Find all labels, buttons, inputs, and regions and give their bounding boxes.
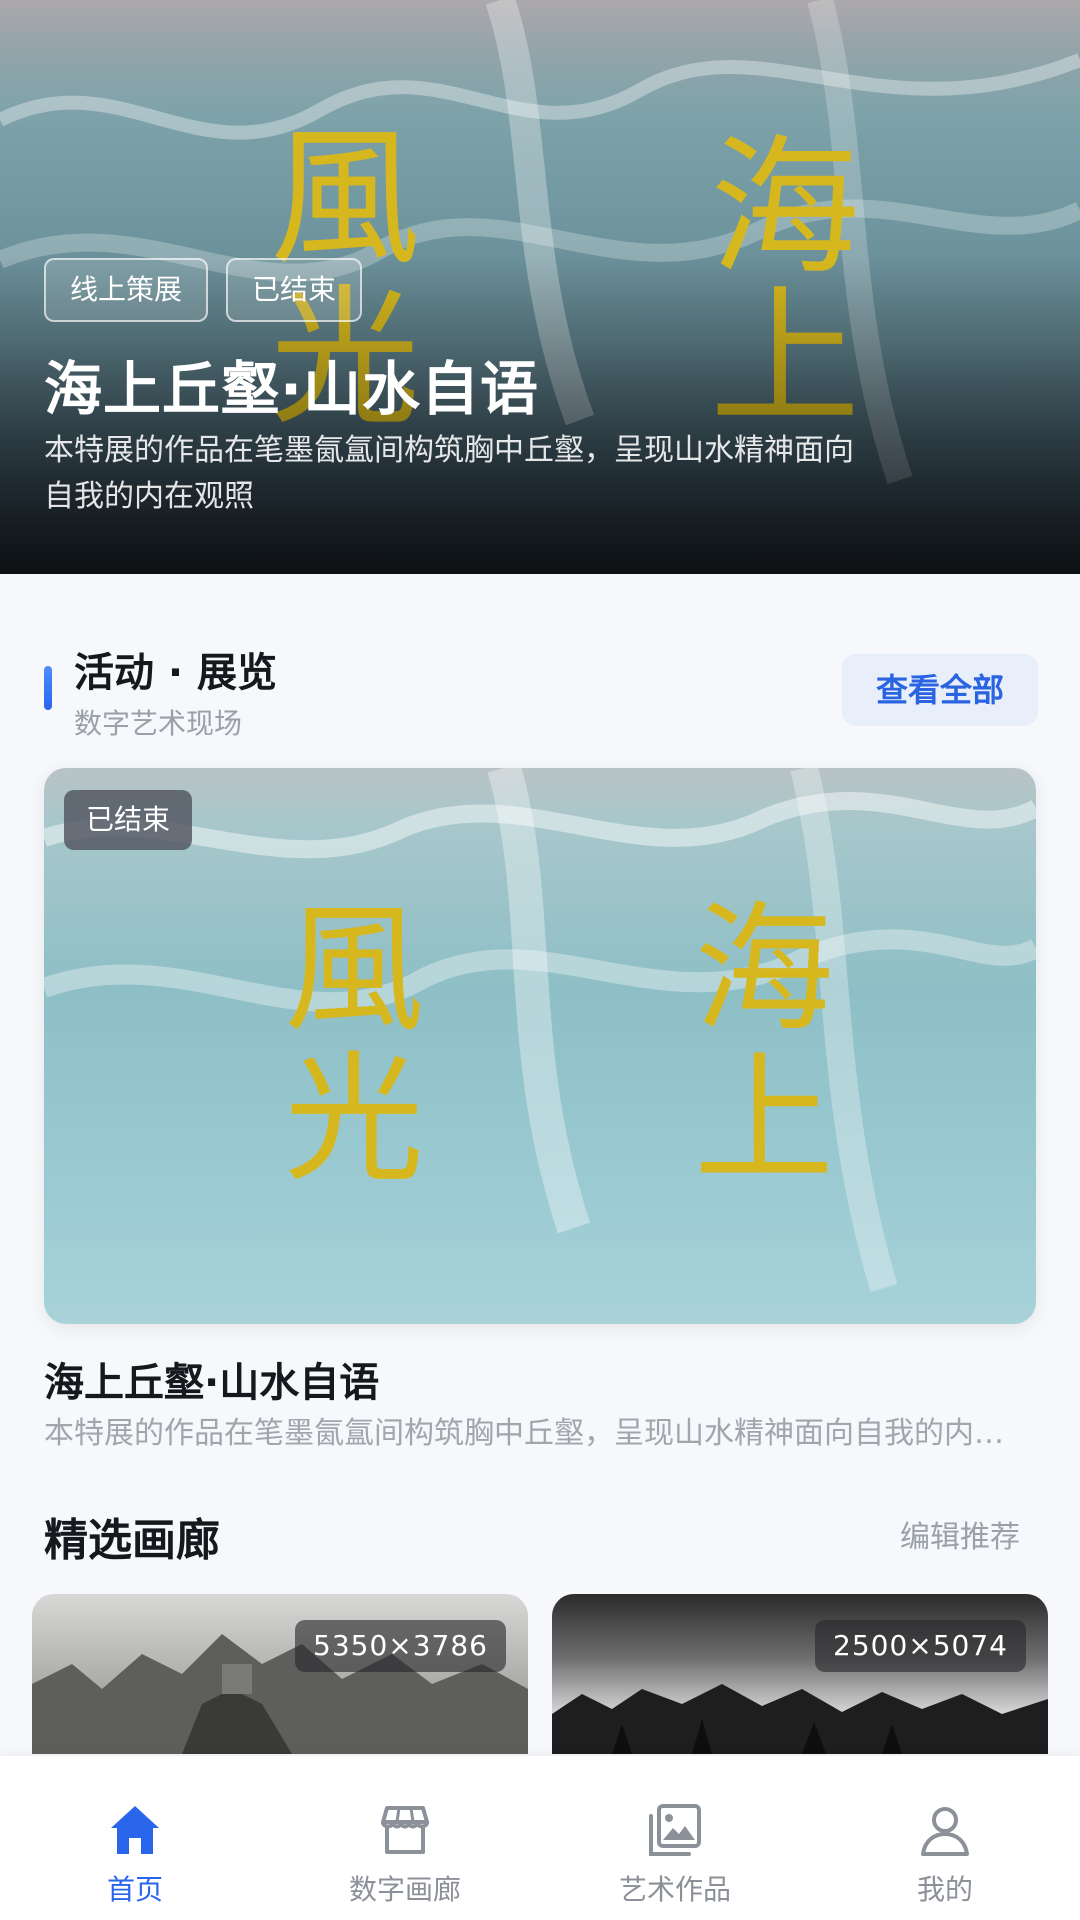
home-icon: [111, 1806, 159, 1854]
exhibition-artwork: 風 光 海 上: [44, 768, 1036, 1293]
hero-title: 海上丘壑·山水自语: [44, 355, 540, 423]
status-badge: 已结束: [64, 790, 193, 850]
image-dimensions-badge: 5350×3786: [295, 1620, 506, 1672]
card-glyph: 海: [694, 889, 834, 1052]
section-accent-bar: [44, 666, 52, 710]
card-glyph: 風: [284, 889, 424, 1052]
tab-profile[interactable]: 我的: [810, 1756, 1080, 1920]
tab-label: 数字画廊: [348, 1873, 461, 1906]
store-icon: [381, 1806, 429, 1854]
tab-artworks[interactable]: 艺术作品: [540, 1756, 810, 1920]
editor-picks-link[interactable]: 编辑推荐: [900, 1512, 1020, 1556]
card-glyph: 上: [694, 1039, 834, 1202]
hero-banner[interactable]: 風 光 海 上 线上策展 已结束 海上丘壑·山水自语 本特展的作品在笔墨氤氲间构…: [0, 0, 1080, 574]
gallery-section-title: 精选画廊: [44, 1515, 220, 1566]
gallery-item[interactable]: 5350×3786: [32, 1594, 528, 1754]
exhibition-title[interactable]: 海上丘壑·山水自语: [44, 1350, 379, 1408]
events-section-subtitle: 数字艺术现场: [74, 707, 243, 740]
events-section-title: 活动 · 展览: [74, 650, 278, 696]
gallery-item[interactable]: 2500×5074: [552, 1594, 1048, 1754]
gallery-thumbnail: [32, 1634, 528, 1754]
hero-description: 本特展的作品在笔墨氤氲间构筑胸中丘壑，呈现山水精神面向自我的内在观照: [44, 433, 854, 514]
view-all-button[interactable]: 查看全部: [842, 654, 1038, 726]
image-dimensions-badge: 2500×5074: [815, 1620, 1026, 1672]
online-curation-tag: 线上策展: [44, 258, 209, 322]
card-glyph: 光: [284, 1039, 424, 1202]
tab-label: 首页: [106, 1873, 163, 1906]
tab-label: 艺术作品: [618, 1873, 731, 1906]
exhibition-card[interactable]: 風 光 海 上 已结束: [44, 768, 1036, 1324]
status-tag: 已结束: [226, 258, 363, 322]
bottom-tab-bar: 首页 数字画廊 艺术作品 我的: [0, 1756, 1080, 1920]
tab-digital-gallery[interactable]: 数字画廊: [270, 1756, 540, 1920]
gallery-thumbnail: [552, 1684, 1048, 1754]
hero-tags: 线上策展 已结束: [44, 258, 363, 322]
tab-label: 我的: [916, 1873, 973, 1906]
tab-home[interactable]: 首页: [0, 1756, 270, 1920]
exhibition-description: 本特展的作品在笔墨氤氲间构筑胸中丘壑，呈现山水精神面向自我的内在观照: [44, 1416, 1014, 1451]
user-icon: [921, 1807, 969, 1856]
gallery-icon: [649, 1804, 701, 1856]
